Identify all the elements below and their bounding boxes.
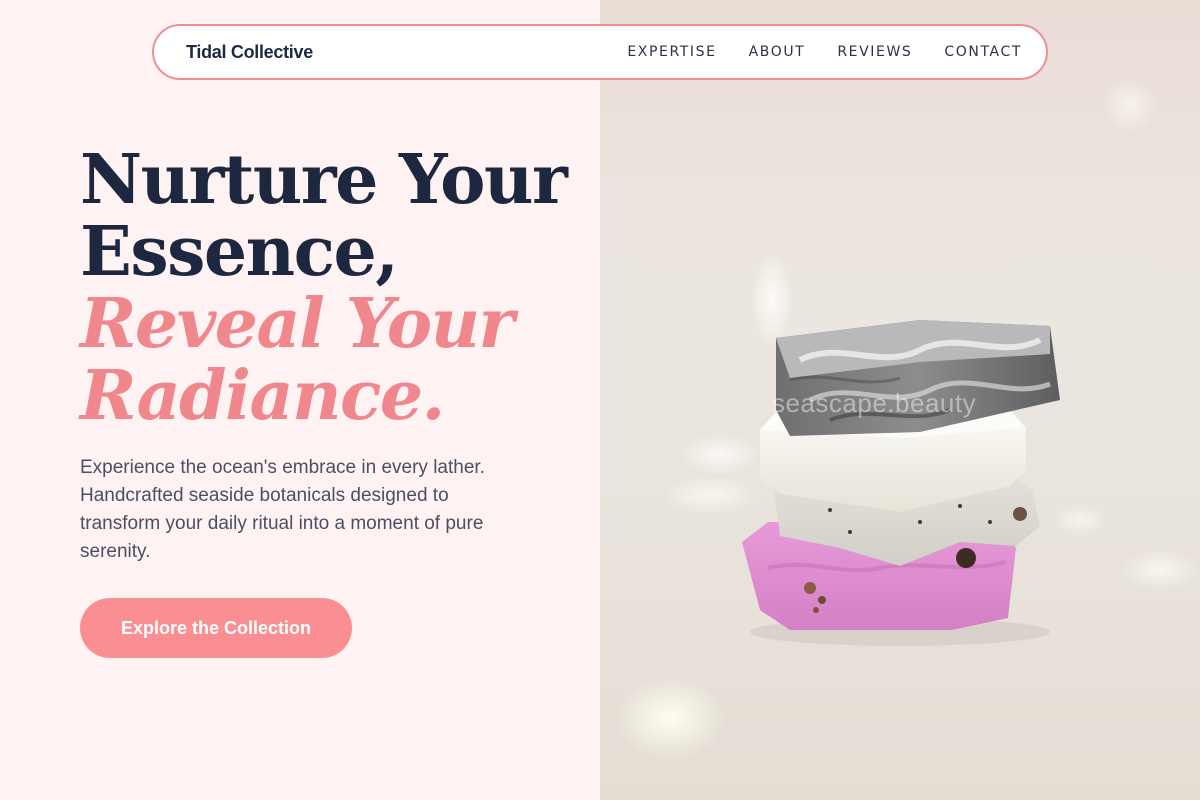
image-watermark: seascape.beauty [772,388,977,418]
hero-accent-line-2: Radiance. [80,356,445,436]
hero-title-line-1: Nurture Your [80,140,568,220]
hero-image: seascape.beauty [600,0,1200,800]
nav-link-contact[interactable]: CONTACT [944,44,1022,60]
hero-description: Experience the ocean's embrace in every … [80,457,485,562]
hero-heading: Nurture Your Essence, Reveal Your Radian… [80,140,568,436]
nav-link-about[interactable]: ABOUT [749,44,806,60]
nav-link-expertise[interactable]: EXPERTISE [627,44,716,60]
hero-accent-line-1: Reveal Your [80,284,514,364]
hero-title-line-2: Essence, [80,212,399,292]
explore-collection-button[interactable]: Explore the Collection [80,598,352,658]
brand-logo[interactable]: Tidal Collective [186,42,313,63]
top-navbar: Tidal Collective EXPERTISE ABOUT REVIEWS… [152,24,1048,80]
nav-link-reviews[interactable]: REVIEWS [837,44,912,60]
nav-links: EXPERTISE ABOUT REVIEWS CONTACT [627,44,1022,60]
soap-stack-illustration [742,320,1060,646]
